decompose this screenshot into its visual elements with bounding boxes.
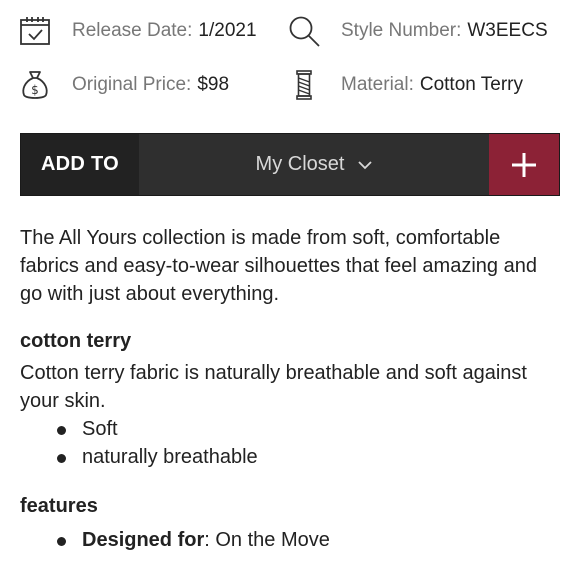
style-number-label: Style Number: [341, 20, 462, 41]
specs-row-2: $ Original Price: $98 Material: Cotton T… [0, 65, 580, 105]
list-item: Soft [20, 415, 560, 443]
money-bag-icon: $ [18, 68, 52, 102]
release-date-value: 1/2021 [198, 20, 257, 41]
plus-icon [512, 152, 536, 177]
original-price-label: Original Price: [72, 74, 192, 95]
search-icon [287, 14, 321, 48]
chevron-down-icon [358, 160, 373, 170]
material-label: Material: [341, 74, 414, 95]
release-date-label: Release Date: [72, 20, 193, 41]
svg-text:$: $ [31, 83, 39, 97]
original-price: $ Original Price: $98 [18, 65, 229, 105]
material-bullets: Soft naturally breathable [20, 415, 560, 471]
style-number-value: W3EECS [467, 20, 548, 41]
features-heading: features [20, 495, 98, 517]
add-to-label: ADD TO [21, 134, 139, 195]
product-description: The All Yours collection is made from so… [20, 224, 560, 554]
features-list: Designed for: On the Move [20, 526, 560, 554]
calendar-icon [18, 14, 52, 48]
closet-dropdown[interactable]: My Closet [139, 134, 489, 195]
release-date: Release Date: 1/2021 [18, 11, 257, 51]
feature-label: Designed for [82, 529, 205, 551]
add-to-closet-button[interactable] [489, 134, 559, 195]
material-text: Cotton terry fabric is naturally breatha… [20, 362, 527, 412]
original-price-value: $98 [197, 74, 230, 95]
style-number: Style Number: W3EECS [287, 11, 548, 51]
add-to-closet-bar: ADD TO My Closet [20, 133, 560, 196]
thread-spool-icon [287, 68, 321, 102]
material: Material: Cotton Terry [287, 65, 523, 105]
list-item: naturally breathable [20, 443, 560, 471]
closet-dropdown-value: My Closet [255, 153, 345, 175]
specs-row-1: Release Date: 1/2021 Style Number: W3EEC… [0, 11, 580, 51]
material-value: Cotton Terry [419, 74, 523, 95]
feature-item: Designed for: On the Move [20, 526, 560, 554]
description-text: The All Yours collection is made from so… [20, 227, 537, 305]
material-heading: cotton terry [20, 330, 132, 352]
feature-value: : On the Move [204, 529, 330, 551]
